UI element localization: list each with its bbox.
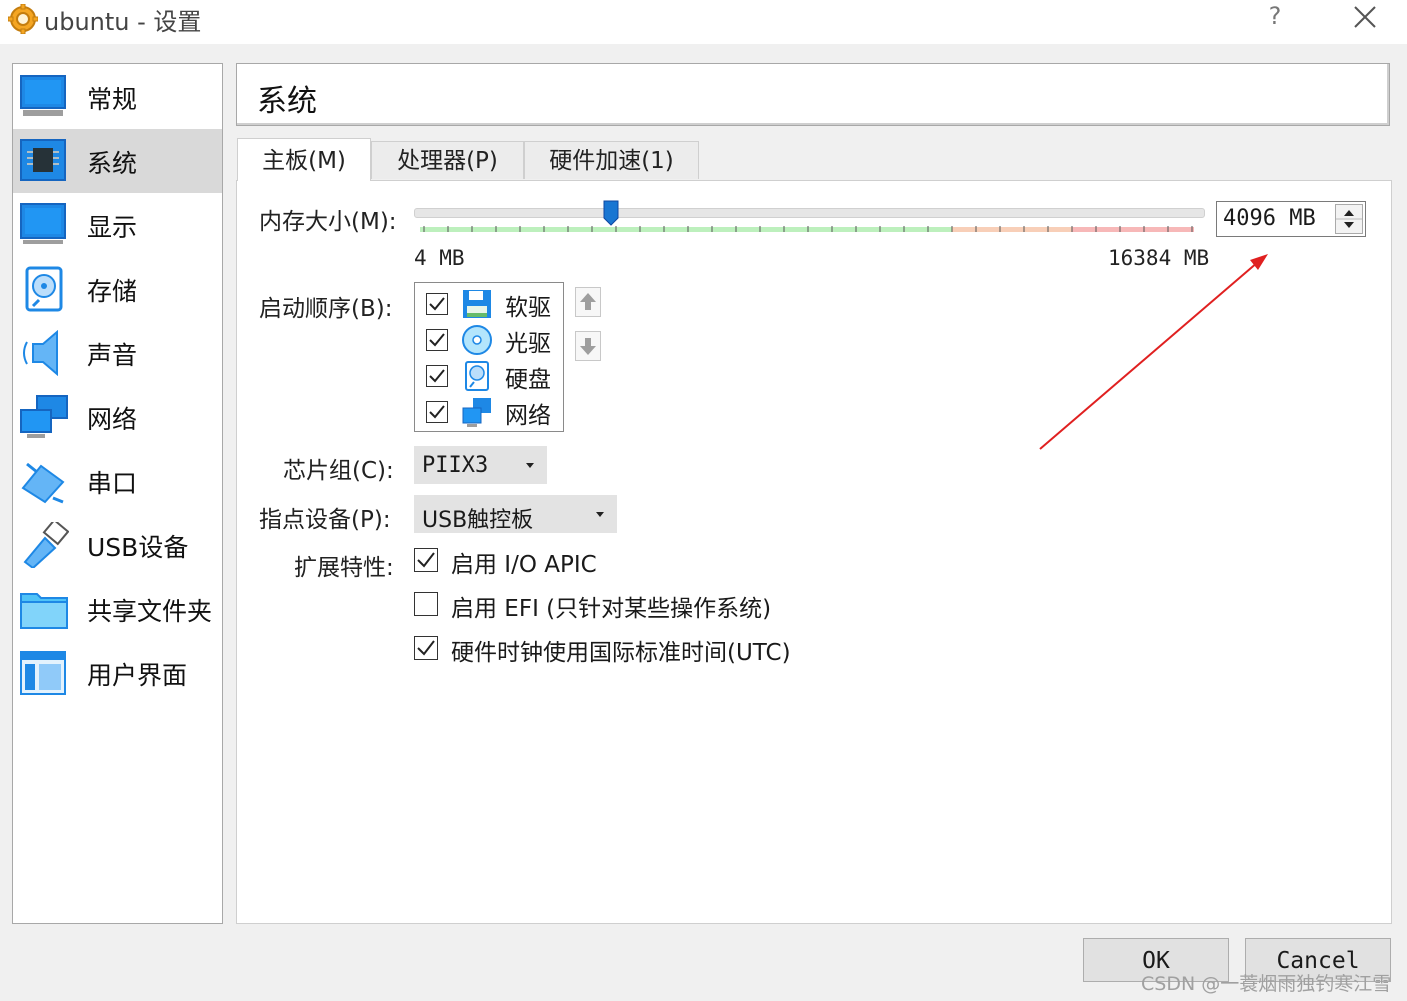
sidebar-item-label: 显示 xyxy=(87,213,138,242)
move-down-button[interactable] xyxy=(575,331,601,361)
sidebar-item-general[interactable]: 常规 xyxy=(13,65,222,129)
page-title: 系统 xyxy=(257,84,317,119)
memory-max-label: 16384 MB xyxy=(1108,246,1210,270)
virtualbox-gear-icon xyxy=(8,4,38,34)
chipset-value: PIIX3 xyxy=(422,453,489,478)
boot-item-label: 硬盘 xyxy=(505,367,551,393)
memory-slider-track[interactable] xyxy=(414,208,1205,218)
storage-disk-icon xyxy=(25,266,63,312)
boot-floppy-checkbox[interactable] xyxy=(426,293,448,315)
checkmark-icon xyxy=(417,640,435,656)
window-title: ubuntu - 设置 xyxy=(44,8,202,36)
memory-slider-handle[interactable] xyxy=(603,200,619,226)
sidebar-item-display[interactable]: 显示 xyxy=(13,193,222,257)
boot-order-label: 启动顺序(B): xyxy=(259,296,393,322)
boot-item-label: 软驱 xyxy=(505,295,551,321)
motherboard-panel xyxy=(236,180,1392,924)
memory-label: 内存大小(M): xyxy=(259,209,397,235)
tab-acceleration[interactable]: 硬件加速(1) xyxy=(524,141,699,179)
sidebar-item-label: 常规 xyxy=(87,85,138,114)
settings-sidebar: 常规 系统 显示 存储 声音 网络 串口 USB设备 共享文件夹 用户界面 xyxy=(12,63,223,924)
watermark: CSDN @一蓑烟雨独钓寒江雪 xyxy=(1141,973,1392,995)
chipset-label: 芯片组(C): xyxy=(283,458,394,484)
memory-stepper[interactable] xyxy=(1335,204,1363,234)
optical-disc-icon xyxy=(462,325,492,355)
pointing-device-select[interactable]: USB触控板 xyxy=(414,495,617,533)
title-bar: ubuntu - 设置 ? xyxy=(0,0,1407,44)
checkmark-icon xyxy=(429,369,445,383)
section-header: 系统 xyxy=(236,63,1390,126)
checkmark-icon xyxy=(429,333,445,347)
sidebar-item-label: 声音 xyxy=(87,341,138,370)
efi-checkbox[interactable] xyxy=(414,592,438,616)
efi-label: 启用 EFI (只针对某些操作系统) xyxy=(451,596,772,622)
boot-network-checkbox[interactable] xyxy=(426,401,448,423)
boot-order-list: 软驱 光驱 硬盘 网络 xyxy=(414,282,564,432)
arrow-up-icon xyxy=(580,293,596,310)
monitor-icon xyxy=(20,75,66,116)
pointing-device-value: USB触控板 xyxy=(422,508,534,533)
list-item[interactable]: 光驱 xyxy=(415,321,561,357)
close-icon[interactable] xyxy=(1350,2,1380,32)
sidebar-item-network[interactable]: 网络 xyxy=(13,385,222,449)
extended-features-label: 扩展特性: xyxy=(294,555,394,581)
stepper-arrows-icon xyxy=(1336,210,1362,228)
help-button[interactable]: ? xyxy=(1262,2,1288,30)
pointing-device-label: 指点设备(P): xyxy=(259,507,391,533)
utc-clock-label: 硬件时钟使用国际标准时间(UTC) xyxy=(451,640,791,666)
chip-icon xyxy=(20,139,66,181)
sidebar-item-usb[interactable]: USB设备 xyxy=(13,513,222,577)
slider-ticks xyxy=(423,226,1193,232)
arrow-down-icon xyxy=(580,338,596,355)
ui-window-icon xyxy=(20,651,66,695)
sidebar-item-label: 共享文件夹 xyxy=(87,597,213,626)
speaker-icon xyxy=(23,330,58,376)
folder-icon xyxy=(20,593,68,629)
network-icon xyxy=(462,398,491,427)
network-icon xyxy=(20,395,68,438)
sidebar-item-user-interface[interactable]: 用户界面 xyxy=(13,641,222,705)
sidebar-item-shared-folders[interactable]: 共享文件夹 xyxy=(13,577,222,641)
memory-min-label: 4 MB xyxy=(414,246,465,270)
list-item[interactable]: 网络 xyxy=(415,393,561,429)
io-apic-checkbox[interactable] xyxy=(414,548,438,572)
boot-item-label: 光驱 xyxy=(505,331,551,357)
sidebar-item-label: USB设备 xyxy=(87,533,189,562)
boot-item-label: 网络 xyxy=(505,403,551,429)
sidebar-item-storage[interactable]: 存储 xyxy=(13,257,222,321)
list-item[interactable]: 软驱 xyxy=(415,285,561,321)
utc-clock-checkbox[interactable] xyxy=(414,636,438,660)
tab-processor[interactable]: 处理器(P) xyxy=(371,141,524,179)
sidebar-item-label: 用户界面 xyxy=(87,661,188,690)
usb-icon xyxy=(23,522,69,568)
tab-motherboard[interactable]: 主板(M) xyxy=(237,138,371,181)
sidebar-item-label: 网络 xyxy=(87,405,138,434)
chevron-down-icon xyxy=(526,463,534,468)
display-icon xyxy=(20,203,66,244)
io-apic-label: 启用 I/O APIC xyxy=(451,552,597,578)
checkmark-icon xyxy=(429,297,445,311)
checkmark-icon xyxy=(429,405,445,419)
floppy-icon xyxy=(463,290,491,318)
list-item[interactable]: 硬盘 xyxy=(415,357,561,393)
hard-disk-icon xyxy=(465,361,489,391)
sidebar-item-label: 系统 xyxy=(87,149,138,178)
sidebar-item-label: 串口 xyxy=(87,469,138,498)
move-up-button[interactable] xyxy=(575,287,601,317)
serial-port-icon xyxy=(21,462,65,504)
sidebar-item-audio[interactable]: 声音 xyxy=(13,321,222,385)
boot-optical-checkbox[interactable] xyxy=(426,329,448,351)
chevron-down-icon xyxy=(596,512,604,517)
memory-value: 4096 MB xyxy=(1223,206,1316,231)
sidebar-item-label: 存储 xyxy=(87,277,138,306)
checkmark-icon xyxy=(417,552,435,568)
chipset-select[interactable]: PIIX3 xyxy=(414,446,547,484)
boot-hard-disk-checkbox[interactable] xyxy=(426,365,448,387)
memory-spinbox[interactable]: 4096 MB xyxy=(1216,201,1366,237)
sidebar-item-serial-ports[interactable]: 串口 xyxy=(13,449,222,513)
sidebar-item-system[interactable]: 系统 xyxy=(13,129,222,193)
